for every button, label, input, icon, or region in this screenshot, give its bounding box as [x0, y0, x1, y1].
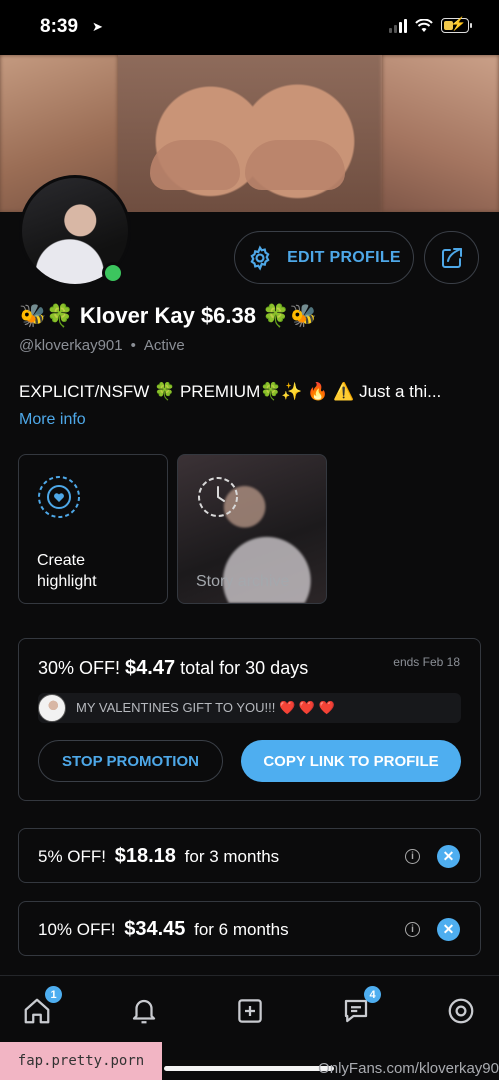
- share-button[interactable]: [424, 231, 479, 284]
- home-indicator: [164, 1066, 334, 1071]
- close-icon: ✕: [442, 848, 455, 864]
- nav-home[interactable]: 1: [20, 986, 62, 1028]
- promotion-end-date: ends Feb 18: [393, 655, 460, 669]
- promotion-headline: 30% OFF! $4.47 total for 30 days: [38, 657, 308, 680]
- edit-profile-button[interactable]: EDIT PROFILE: [234, 231, 414, 284]
- remove-bundle-button[interactable]: ✕: [437, 918, 460, 941]
- bundle-terms: for 3 months: [184, 847, 280, 866]
- archive-clock-icon: [198, 477, 238, 517]
- nav-add-post[interactable]: [233, 994, 267, 1028]
- remove-bundle-button[interactable]: ✕: [437, 845, 460, 868]
- profile-handle: @kloverkay901: [19, 337, 123, 354]
- nav-notifications[interactable]: [127, 994, 161, 1028]
- edit-profile-label: EDIT PROFILE: [287, 248, 401, 266]
- nav-messages[interactable]: 4: [339, 986, 381, 1028]
- signal-icon: [389, 18, 407, 33]
- profile-handle-row: @kloverkay901 • Active: [19, 337, 185, 354]
- home-badge: 1: [45, 986, 62, 1003]
- bottom-nav: 1 4: [0, 975, 499, 1046]
- promotion-card: 30% OFF! $4.47 total for 30 days ends Fe…: [18, 638, 481, 801]
- bundle-offer[interactable]: 5% OFF! $18.18 for 3 months i ✕: [18, 828, 481, 883]
- copy-link-button[interactable]: COPY LINK TO PROFILE: [241, 740, 461, 782]
- status-icons: ⚡: [389, 16, 472, 33]
- profile-name: 🐝🍀 Klover Kay $6.38 🍀🐝: [19, 303, 317, 328]
- status-bar: 8:39 ➤ ⚡: [0, 0, 499, 55]
- messages-badge: 4: [364, 986, 381, 1003]
- promotion-discount: 30% OFF!: [38, 658, 121, 678]
- separator-dot: •: [130, 337, 136, 354]
- site-watermark: OnlyFans.com/kloverkay90: [318, 1060, 499, 1077]
- clock: 8:39: [40, 16, 79, 37]
- add-post-icon: [238, 999, 262, 1023]
- more-info-link[interactable]: More info: [19, 411, 86, 429]
- story-archive-label: Story archive: [196, 573, 290, 590]
- add-highlight-icon: [38, 476, 80, 518]
- activity-status: Active: [143, 337, 185, 354]
- stop-promotion-button[interactable]: STOP PROMOTION: [38, 740, 223, 782]
- bundle-price: $34.45: [124, 918, 186, 940]
- story-archive-card[interactable]: Story archive: [177, 454, 327, 604]
- location-arrow-icon: ➤: [92, 19, 103, 34]
- promotion-message: MY VALENTINES GIFT TO YOU!!! ❤️ ❤️ ❤️: [38, 693, 461, 723]
- bundle-discount: 10% OFF!: [38, 920, 116, 939]
- bell-icon: [132, 999, 156, 1024]
- profile-bio: EXPLICIT/NSFW 🍀 PREMIUM🍀✨ 🔥 ⚠️ Just a th…: [19, 382, 442, 401]
- bundle-offer[interactable]: 10% OFF! $34.45 for 6 months i ✕: [18, 901, 481, 956]
- promotion-price: $4.47: [125, 657, 176, 679]
- wifi-icon: [415, 18, 433, 32]
- promotion-message-text: MY VALENTINES GIFT TO YOU!!! ❤️ ❤️ ❤️: [76, 700, 335, 715]
- share-icon: [441, 247, 462, 268]
- profile-icon: [448, 998, 474, 1024]
- info-icon[interactable]: i: [405, 849, 420, 864]
- promotion-terms: total for 30 days: [180, 658, 309, 678]
- watermark-badge: fap.pretty.porn: [0, 1042, 162, 1080]
- create-highlight-label: Create highlight: [37, 552, 97, 590]
- gear-icon: [250, 244, 270, 271]
- close-icon: ✕: [442, 921, 455, 937]
- bundle-terms: for 6 months: [194, 920, 289, 939]
- bundle-discount: 5% OFF!: [38, 847, 107, 866]
- mini-avatar: [38, 694, 66, 722]
- battery-icon: ⚡: [441, 16, 472, 33]
- bundle-price: $18.18: [114, 845, 176, 867]
- online-status-dot: [102, 262, 124, 284]
- nav-profile[interactable]: [444, 994, 478, 1028]
- info-icon[interactable]: i: [405, 922, 420, 937]
- create-highlight-card[interactable]: Create highlight: [18, 454, 168, 604]
